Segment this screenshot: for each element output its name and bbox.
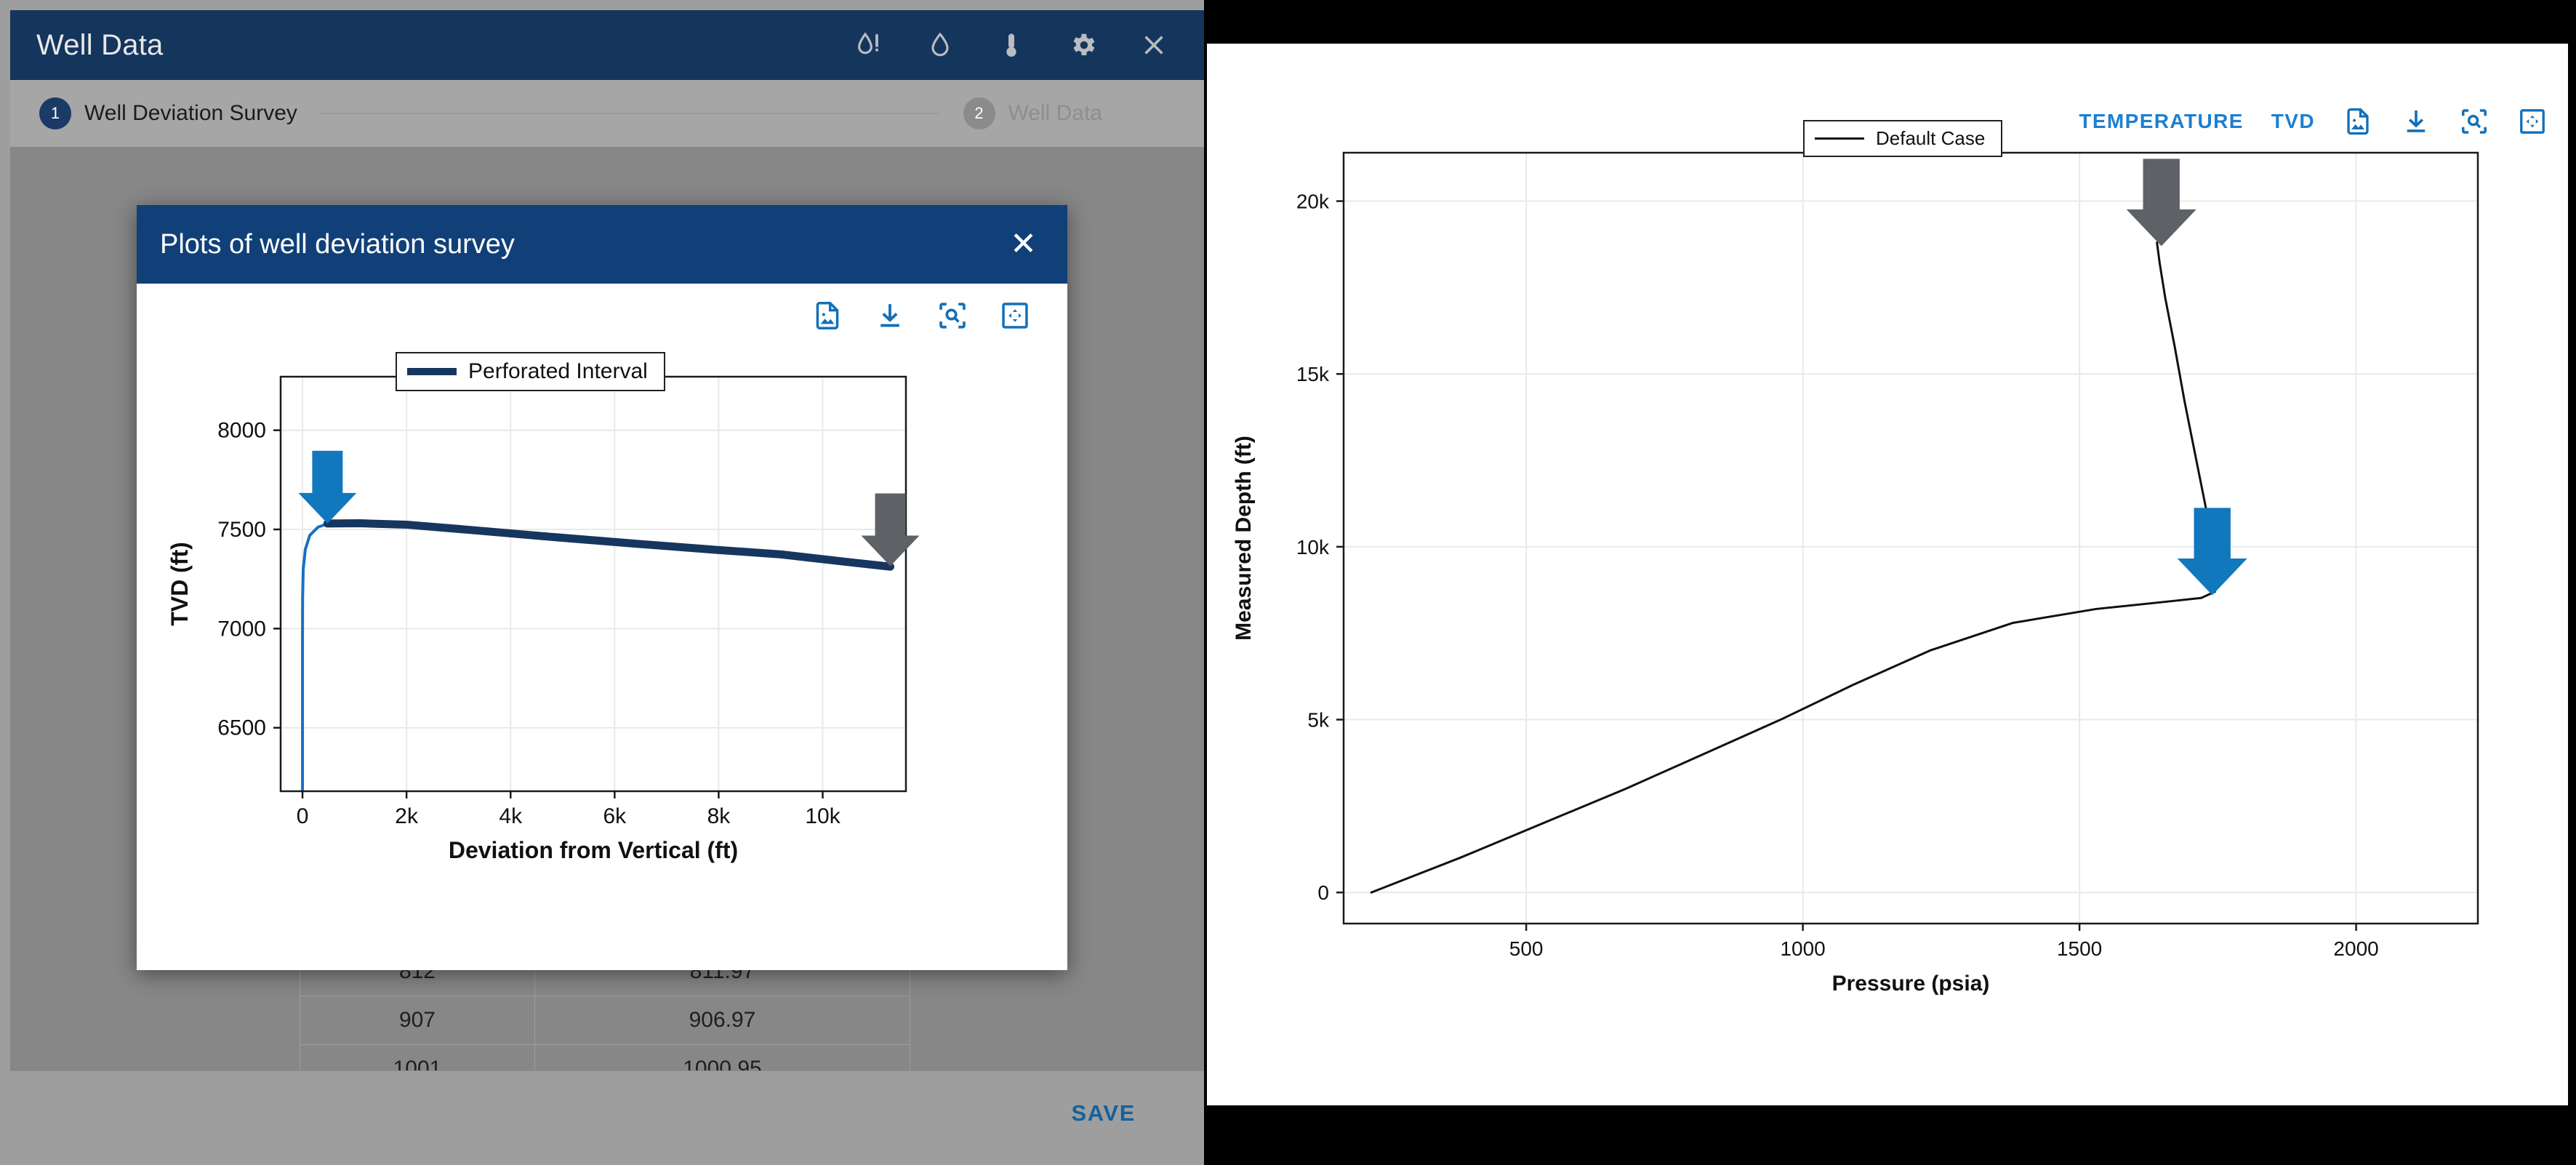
tick-label-x: 2000 <box>2333 937 2378 960</box>
tick-label-y: 6500 <box>217 716 266 740</box>
legend-swatch <box>407 368 457 375</box>
close-icon[interactable]: ✕ <box>1006 228 1041 261</box>
modal-header: Plots of well deviation survey ✕ <box>137 205 1067 284</box>
window-titlebar: Well Data <box>10 10 1204 80</box>
tick-label-y: 7500 <box>217 518 266 542</box>
modal-body: 0 2k 4k 6k 8k 10k 6500 7000 7500 8000 Deviation fr… <box>137 284 1067 970</box>
y-axis-title: Measured Depth (ft) <box>1232 436 1256 641</box>
close-icon[interactable] <box>1137 28 1171 62</box>
stepper-connector <box>320 113 940 114</box>
step-number-1: 1 <box>39 97 71 129</box>
pressure-vs-md-plot[interactable]: 500 1000 1500 2000 0 5k 10k 15k 20k Pressure (psi… <box>1207 44 2568 1105</box>
tick-label-x: 1000 <box>1780 937 1825 960</box>
well-data-window: Well Data 1 Well Deviation Survey 2 Well… <box>0 0 1204 1165</box>
tick-label-x: 8k <box>707 804 731 828</box>
wizard-stepper: 1 Well Deviation Survey 2 Well Data <box>10 80 1204 147</box>
pressure-plot-panel: TEMPERATURE TVD 500 1000 1500 2000 0 5k … <box>1207 44 2568 1105</box>
screenshot-root: Well Data 1 Well Deviation Survey 2 Well… <box>0 0 2576 1165</box>
tick-label-x: 0 <box>297 804 309 828</box>
tick-label-x: 500 <box>1509 937 1544 960</box>
x-axis-title: Pressure (psia) <box>1832 972 1990 996</box>
save-button[interactable]: SAVE <box>1067 1100 1140 1127</box>
chart-legend-right: Default Case <box>1803 120 2003 157</box>
tick-label-y: 0 <box>1317 881 1329 904</box>
modal-title: Plots of well deviation survey <box>160 228 515 260</box>
tick-label-y: 10k <box>1296 536 1330 559</box>
tick-label-y: 7000 <box>217 617 266 641</box>
window-footer: SAVE <box>10 1070 1204 1156</box>
legend-label: Default Case <box>1876 127 1986 149</box>
plots-modal: Plots of well deviation survey ✕ 0 2k 4k… <box>137 205 1067 970</box>
tick-label-x: 2k <box>395 804 419 828</box>
x-axis-title: Deviation from Vertical (ft) <box>449 837 738 863</box>
legend-label: Perforated Interval <box>468 359 648 383</box>
plot-area <box>1344 153 2478 924</box>
step-label-2: Well Data <box>1008 101 1103 125</box>
droplet-icon[interactable] <box>923 28 957 62</box>
tick-label-x: 6k <box>603 804 627 828</box>
droplet-alert-icon[interactable] <box>852 28 886 62</box>
legend-swatch <box>1815 137 1864 140</box>
thermometer-icon[interactable] <box>995 28 1028 62</box>
tick-label-y: 8000 <box>217 419 266 443</box>
tick-label-x: 1500 <box>2057 937 2102 960</box>
tick-label-x: 4k <box>499 804 523 828</box>
window-title: Well Data <box>36 28 164 61</box>
chart-legend-left: Perforated Interval <box>396 352 665 391</box>
gear-icon[interactable] <box>1066 28 1099 62</box>
y-axis-title: TVD (ft) <box>166 542 193 626</box>
step-well-deviation-survey[interactable]: 1 Well Deviation Survey <box>39 97 297 129</box>
step-label-1: Well Deviation Survey <box>84 101 297 125</box>
tick-label-y: 15k <box>1296 363 1330 385</box>
tick-label-x: 10k <box>805 804 840 828</box>
plot-area <box>281 377 906 791</box>
tick-label-y: 5k <box>1307 709 1330 732</box>
tick-label-y: 20k <box>1296 191 1330 213</box>
step-well-data[interactable]: 2 Well Data <box>963 97 1103 129</box>
titlebar-icon-group <box>852 28 1171 62</box>
step-number-2: 2 <box>963 97 995 129</box>
